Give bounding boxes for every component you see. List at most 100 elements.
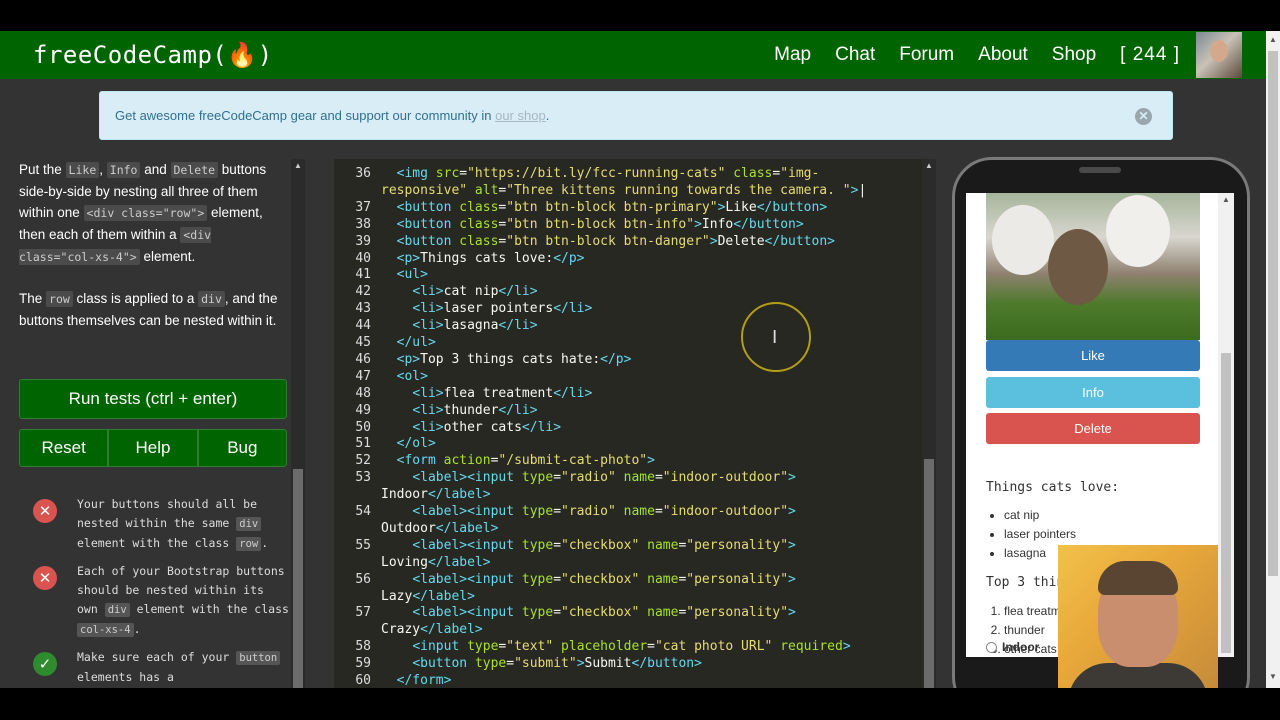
- scroll-thumb[interactable]: [293, 469, 303, 688]
- radio-label: Indoor: [1002, 640, 1040, 654]
- code-token: </li>: [553, 301, 593, 317]
- code-token: <img: [396, 166, 428, 181]
- preview-scrollbar[interactable]: ▲: [1218, 193, 1234, 657]
- scroll-up-arrow-icon[interactable]: ▲: [1219, 195, 1233, 204]
- scroll-down-arrow-icon[interactable]: ▼: [1266, 672, 1280, 681]
- code-token: required: [780, 639, 843, 655]
- line-code[interactable]: <p>Things cats love:</p>: [381, 250, 585, 267]
- page-scrollbar[interactable]: ▲ ▼: [1266, 31, 1280, 688]
- line-code[interactable]: <li>other cats</li>: [381, 419, 561, 436]
- line-code[interactable]: <li>thunder</li>: [381, 402, 537, 419]
- code-token: Lazy: [381, 588, 413, 604]
- editor-scrollbar[interactable]: ▲: [922, 159, 936, 688]
- code-token: cat nip: [443, 284, 499, 300]
- points-counter[interactable]: [ 244 ]: [1120, 44, 1180, 66]
- kitten-white-left: [992, 205, 1054, 275]
- code-token: "btn btn-block btn-danger": [506, 233, 710, 249]
- radio-button[interactable]: [986, 641, 997, 653]
- line-code[interactable]: <label><input type="checkbox" name="pers…: [381, 537, 796, 554]
- line-code[interactable]: <p>Top 3 things cats hate:</p>: [381, 351, 632, 368]
- line-code[interactable]: <label><input type="radio" name="indoor-…: [381, 469, 796, 486]
- code-token: <button: [412, 656, 468, 672]
- code-token: "personality": [686, 605, 789, 621]
- line-code[interactable]: <input type="text" placeholder="cat phot…: [381, 638, 850, 655]
- line-code[interactable]: <button class="btn btn-block btn-danger"…: [381, 233, 835, 250]
- preview-radio-indoor[interactable]: Indoor: [986, 640, 1039, 654]
- code-token: >: [788, 571, 796, 587]
- line-number: 56: [355, 571, 371, 587]
- line-code[interactable]: <li>flea treatment</li>: [381, 385, 592, 402]
- line-number: 60: [355, 673, 371, 688]
- code-token: <p>: [396, 250, 421, 266]
- code-token: name: [647, 605, 679, 621]
- code-token: "checkbox": [561, 537, 640, 553]
- preview-info-button[interactable]: Info: [986, 377, 1200, 408]
- scroll-up-arrow-icon[interactable]: ▲: [291, 161, 305, 170]
- line-code[interactable]: responsive" alt="Three kittens running t…: [381, 182, 866, 199]
- bug-button[interactable]: Bug: [197, 429, 287, 467]
- help-button[interactable]: Help: [108, 429, 198, 467]
- line-code[interactable]: </form>: [381, 672, 452, 688]
- line-code[interactable]: <img src="https://bit.ly/fcc-running-cat…: [381, 165, 820, 182]
- line-code[interactable]: <ol>: [381, 368, 428, 385]
- code-token: =: [506, 656, 515, 672]
- code-token: name: [647, 537, 679, 553]
- scroll-up-arrow-icon[interactable]: ▲: [1266, 35, 1280, 44]
- preview-delete-button[interactable]: Delete: [986, 413, 1200, 444]
- line-code[interactable]: <label><input type="checkbox" name="pers…: [381, 571, 796, 588]
- code-token: </button>: [756, 199, 828, 215]
- line-code[interactable]: </ol>: [381, 435, 436, 452]
- reset-button[interactable]: Reset: [19, 429, 109, 467]
- line-number: 42: [355, 284, 371, 300]
- code-token: name: [623, 504, 655, 519]
- code-token: </button>: [733, 216, 804, 232]
- line-number: 43: [355, 301, 371, 317]
- top-navbar: freeCodeCamp(🔥) Map Chat Forum About Sho…: [0, 31, 1266, 79]
- line-code[interactable]: <li>lasagna</li>: [381, 317, 537, 334]
- nav-link-shop[interactable]: Shop: [1052, 44, 1096, 66]
- nav-link-map[interactable]: Map: [774, 44, 811, 66]
- line-code[interactable]: <li>laser pointers</li>: [381, 300, 592, 317]
- line-code[interactable]: <li>cat nip</li>: [381, 283, 537, 300]
- scroll-thumb[interactable]: [1221, 353, 1231, 653]
- line-code[interactable]: Lazy</label>: [381, 588, 475, 605]
- preview-love-heading: Things cats love:: [986, 480, 1120, 495]
- nav-link-forum[interactable]: Forum: [899, 44, 954, 66]
- line-code[interactable]: Crazy</label>: [381, 621, 483, 638]
- line-code[interactable]: Indoor</label>: [381, 486, 491, 503]
- line-code[interactable]: <form action="/submit-cat-photo">: [381, 452, 655, 469]
- line-code[interactable]: Outdoor</label>: [381, 520, 498, 537]
- scroll-thumb[interactable]: [924, 459, 934, 688]
- line-number: 50: [355, 419, 371, 435]
- instructions-scrollbar[interactable]: ▲: [291, 159, 305, 688]
- banner-shop-link[interactable]: our shop: [495, 108, 546, 123]
- preview-like-button[interactable]: Like: [986, 340, 1200, 371]
- nav-link-chat[interactable]: Chat: [835, 44, 875, 66]
- line-code[interactable]: <label><input type="checkbox" name="pers…: [381, 604, 796, 621]
- scroll-up-arrow-icon[interactable]: ▲: [922, 161, 936, 170]
- run-tests-button[interactable]: Run tests (ctrl + enter): [19, 379, 287, 419]
- code-editor[interactable]: 36 <img src="https://bit.ly/fcc-running-…: [334, 159, 936, 688]
- code-token: "img-: [780, 166, 820, 181]
- user-avatar[interactable]: [1196, 32, 1242, 78]
- code-token: <label><input: [412, 605, 515, 621]
- line-code[interactable]: <button class="btn btn-block btn-primary…: [381, 199, 828, 216]
- line-code[interactable]: <label><input type="radio" name="indoor-…: [381, 503, 796, 520]
- line-code[interactable]: <ul>: [381, 266, 428, 283]
- line-code[interactable]: <button type="submit">Submit</button>: [381, 655, 702, 672]
- brand-logo[interactable]: freeCodeCamp(🔥): [33, 39, 273, 71]
- code-token: "personality": [686, 537, 789, 553]
- close-icon[interactable]: ✕: [1135, 108, 1152, 125]
- line-code[interactable]: <button class="btn btn-block btn-info">I…: [381, 216, 804, 233]
- line-code[interactable]: Loving</label>: [381, 554, 491, 571]
- scroll-thumb[interactable]: [1268, 51, 1278, 576]
- line-code[interactable]: </ul>: [381, 334, 436, 351]
- nav-link-about[interactable]: About: [978, 44, 1028, 66]
- code-token: class: [459, 216, 499, 232]
- code-token: Loving: [381, 554, 428, 570]
- code-token: class: [459, 199, 499, 215]
